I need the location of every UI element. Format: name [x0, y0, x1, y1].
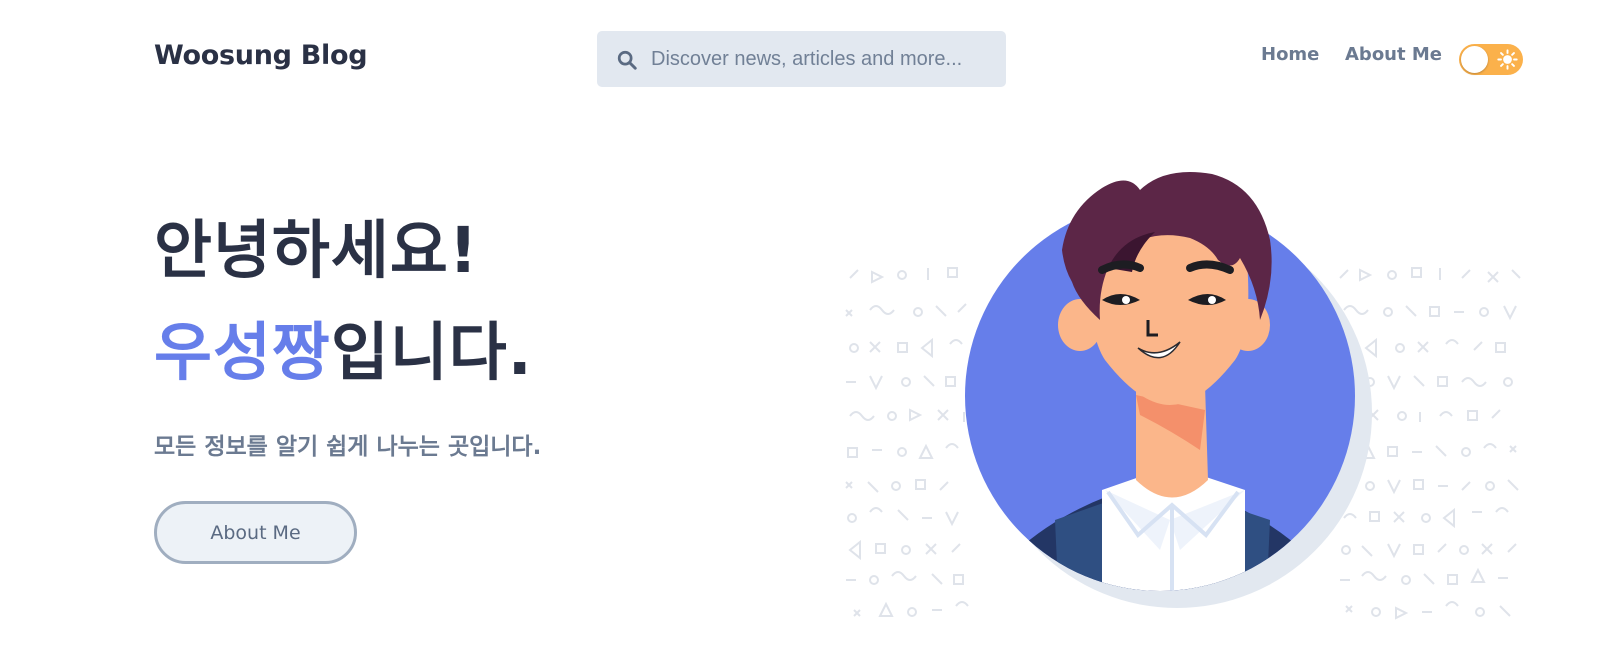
decorative-pattern-left [845, 267, 969, 617]
about-me-button[interactable]: About Me [154, 501, 357, 564]
theme-toggle[interactable] [1459, 44, 1523, 75]
site-header: Woosung Blog Home About Me [0, 0, 1600, 118]
toggle-knob [1461, 46, 1488, 73]
hero-greeting: 안녕하세요! [154, 214, 479, 287]
site-logo[interactable]: Woosung Blog [154, 40, 368, 71]
nav-home-link[interactable]: Home [1261, 44, 1319, 65]
hero-name-suffix: 입니다. [330, 316, 533, 389]
sun-icon [1497, 49, 1518, 70]
search-icon [617, 50, 637, 70]
nav-about-link[interactable]: About Me [1345, 44, 1442, 65]
hero-title: 우성짱입니다. [154, 302, 533, 393]
avatar-illustration [845, 172, 1521, 620]
search-input[interactable] [651, 31, 996, 87]
hero-subtitle: 모든 정보를 알기 쉽게 나누는 곳입니다. [154, 434, 542, 460]
search-bar[interactable] [597, 31, 1006, 87]
hero-name-highlight: 우성짱 [154, 316, 331, 389]
